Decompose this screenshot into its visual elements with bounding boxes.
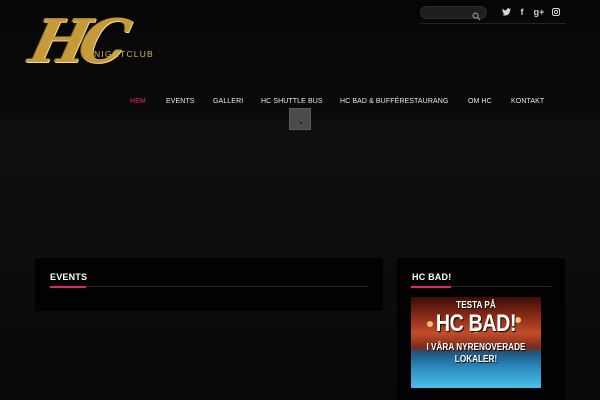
promo-line-4: LOKALER!: [454, 354, 498, 365]
hc-bad-promo-image[interactable]: TESTA PÅ HC BAD! I VÅRA NYRENOVERADE LOK…: [411, 297, 541, 388]
promo-line-3: I VÅRA NYRENOVERADE: [426, 342, 526, 353]
nav-item-hc-bad[interactable]: HC BAD & BUFFÉRESTAURANG: [340, 96, 448, 108]
google-plus-icon[interactable]: g+: [533, 5, 545, 18]
twitter-icon[interactable]: [500, 5, 512, 18]
header-divider: [420, 23, 566, 24]
hc-bad-heading: HC BAD!: [412, 272, 452, 282]
slider-control-button[interactable]: [289, 108, 311, 130]
nav-item-kontakt[interactable]: KONTAKT: [511, 96, 544, 108]
nav-item-galleri[interactable]: GALLERI: [213, 96, 243, 108]
slider-dot-icon: [300, 122, 302, 124]
facebook-icon[interactable]: f: [516, 5, 528, 18]
main-navigation: HEM EVENTS GALLERI HC SHUTTLE BUS HC BAD…: [121, 96, 561, 110]
search-input[interactable]: [420, 6, 487, 21]
nav-item-hc-shuttle-bus[interactable]: HC SHUTTLE BUS: [261, 96, 323, 108]
events-heading: EVENTS: [50, 272, 88, 282]
nav-item-events[interactable]: EVENTS: [166, 96, 195, 108]
events-panel: EVENTS: [35, 258, 383, 311]
instagram-icon[interactable]: [550, 5, 562, 18]
logo-wordmark: NIGHTCLUB: [94, 49, 154, 59]
events-accent-bar: [50, 286, 86, 288]
nav-item-hem[interactable]: HEM: [130, 96, 146, 108]
search-icon[interactable]: [472, 8, 481, 21]
site-header: HC NIGHTCLUB f g+ HEM EVENTS GALLERI HC …: [0, 0, 600, 120]
site-logo[interactable]: HC NIGHTCLUB: [23, 7, 164, 77]
hc-bad-panel: HC BAD! TESTA PÅ HC BAD! I VÅRA NYRENOVE…: [397, 258, 565, 400]
promo-line-2: HC BAD!: [435, 310, 517, 337]
nav-item-om-hc[interactable]: OM HC: [468, 96, 492, 108]
logo-letters: HC: [23, 7, 130, 77]
hc-bad-accent-bar: [411, 286, 451, 288]
events-divider: [50, 286, 368, 287]
